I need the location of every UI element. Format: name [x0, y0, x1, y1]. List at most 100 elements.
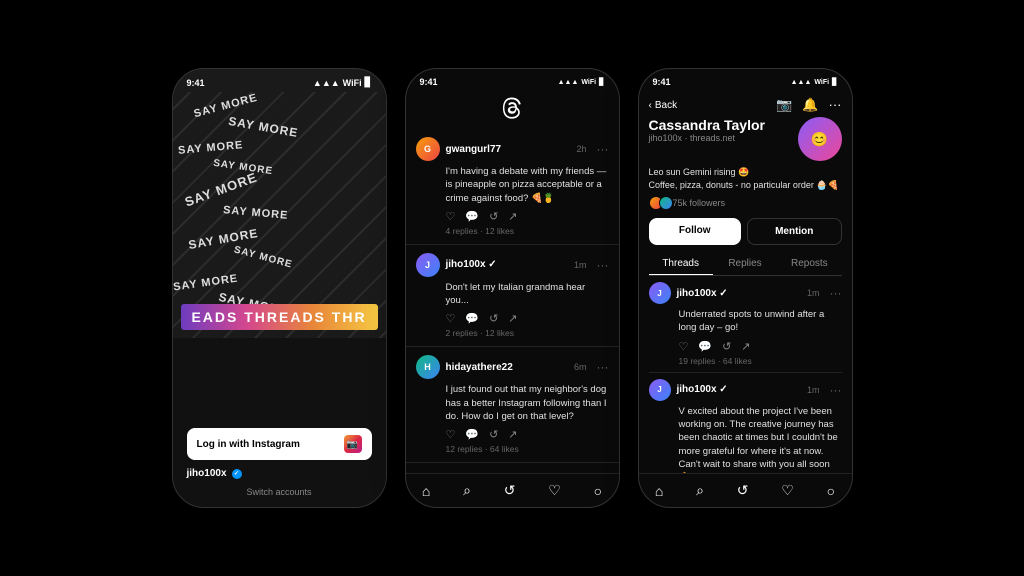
back-button[interactable]: ‹ Back	[649, 100, 678, 111]
profile-top: Cassandra Taylor jiho100x · threads.net …	[649, 117, 842, 161]
like-icon-p1[interactable]: ♡	[679, 340, 689, 353]
profile-nav-header: ‹ Back 📷 🔔 ···	[639, 91, 852, 117]
repost-icon-3[interactable]: ↺	[489, 428, 498, 441]
comment-icon-p1[interactable]: 💬	[698, 340, 712, 353]
threads-banner: EADS THREADS THR	[181, 304, 378, 330]
share-icon-p1[interactable]: ↗	[741, 340, 750, 353]
signal-icon-2: ▲▲▲	[558, 79, 579, 86]
post-menu-1[interactable]: ···	[597, 142, 609, 156]
tab-replies[interactable]: Replies	[713, 253, 777, 275]
time-3: 9:41	[653, 77, 671, 87]
repost-nav-icon[interactable]: ↺	[504, 482, 516, 499]
profile-bottom-nav: ⌂ ⌕ ↺ ♡ ○	[639, 473, 852, 507]
battery-icon-2: ▊	[599, 78, 604, 86]
home-nav-icon[interactable]: ⌂	[422, 483, 430, 499]
login-with-instagram-button[interactable]: Log in with Instagram 📷	[187, 428, 372, 460]
profile-header-icons: 📷 🔔 ···	[776, 97, 841, 113]
feed-post-1: G gwangurl77 2h ··· I'm having a debate …	[406, 129, 619, 245]
phones-container: 9:41 ▲▲▲ WiFi ▊ SAY MORE SAY MORE SAY MO…	[172, 68, 853, 508]
heart-nav-icon-3[interactable]: ♡	[781, 482, 794, 499]
username-row: jiho100x ✓	[187, 468, 372, 479]
post-actions-3: ♡ 💬 ↺ ↗	[416, 428, 609, 441]
post-actions-2: ♡ 💬 ↺ ↗	[416, 312, 609, 325]
like-icon-2[interactable]: ♡	[446, 312, 456, 325]
switch-accounts-button[interactable]: Switch accounts	[187, 487, 372, 497]
like-icon-1[interactable]: ♡	[446, 210, 456, 223]
share-icon-3[interactable]: ↗	[508, 428, 517, 441]
profile-nav-icon[interactable]: ○	[594, 483, 602, 499]
mention-button[interactable]: Mention	[747, 218, 842, 245]
post-stats-2: 2 replies · 12 likes	[416, 328, 609, 338]
login-button-label: Log in with Instagram	[197, 439, 300, 450]
profile-post-stats-1: 19 replies · 64 likes	[649, 356, 842, 366]
knot-background: SAY MORE SAY MORE SAY MORE SAY MORE SAY …	[173, 92, 386, 338]
verified-badge: ✓	[232, 469, 242, 479]
profile-post-username-1: jiho100x ✓	[677, 288, 728, 299]
comment-icon-3[interactable]: 💬	[465, 428, 479, 441]
signal-icon: ▲▲▲	[313, 78, 340, 88]
post-header-3: H hidayathere22 6m ···	[416, 355, 609, 379]
like-icon-3[interactable]: ♡	[446, 428, 456, 441]
post-actions-1: ♡ 💬 ↺ ↗	[416, 210, 609, 223]
signal-icon-3: ▲▲▲	[791, 79, 812, 86]
instagram-icon: 📷	[344, 435, 362, 453]
repost-icon-1[interactable]: ↺	[489, 210, 498, 223]
profile-posts: J jiho100x ✓ 1m ··· Underrated spots to …	[649, 282, 842, 473]
share-icon-1[interactable]: ↗	[508, 210, 517, 223]
repost-icon-2[interactable]: ↺	[489, 312, 498, 325]
wifi-icon-2: WiFi	[581, 79, 596, 86]
post-menu-2[interactable]: ···	[597, 258, 609, 272]
notification-icon[interactable]: 🔔	[802, 97, 818, 113]
more-icon[interactable]: ···	[829, 97, 842, 113]
status-icons-1: ▲▲▲ WiFi ▊	[313, 77, 372, 88]
heart-nav-icon[interactable]: ♡	[548, 482, 561, 499]
profile-post-menu-2[interactable]: ···	[830, 383, 842, 397]
post-body-2: Don't let my Italian grandma hear you...	[416, 281, 609, 308]
phone-2: 9:41 ▲▲▲ WiFi ▊ G	[405, 68, 620, 508]
status-bar-1: 9:41 ▲▲▲ WiFi ▊	[173, 69, 386, 92]
wifi-icon: WiFi	[343, 78, 362, 88]
post-body-1: I'm having a debate with my friends — is…	[416, 165, 609, 205]
profile-bio: Leo sun Gemini rising 🤩 Coffee, pizza, d…	[649, 166, 842, 191]
post-header-2: J jiho100x ✓ 1m ···	[416, 253, 609, 277]
post-header-1: G gwangurl77 2h ···	[416, 137, 609, 161]
feed-post-3: H hidayathere22 6m ··· I just found out …	[406, 347, 619, 463]
comment-icon-2[interactable]: 💬	[465, 312, 479, 325]
search-nav-icon[interactable]: ⌕	[463, 482, 471, 499]
time-2: 9:41	[420, 77, 438, 87]
username-display: jiho100x	[187, 468, 227, 479]
search-nav-icon-3[interactable]: ⌕	[696, 482, 704, 499]
profile-post-body-1: Underrated spots to unwind after a long …	[649, 308, 842, 335]
username-jiho: jiho100x ✓	[446, 259, 497, 270]
profile-nav-icon-3[interactable]: ○	[827, 483, 835, 499]
profile-post-2: J jiho100x ✓ 1m ··· V excited about the …	[649, 379, 842, 473]
share-icon-2[interactable]: ↗	[508, 312, 517, 325]
comment-icon-1[interactable]: 💬	[465, 210, 479, 223]
profile-post-header-1: J jiho100x ✓ 1m ···	[649, 282, 842, 304]
profile-post-header-2: J jiho100x ✓ 1m ···	[649, 379, 842, 401]
profile-followers: 75k followers	[649, 196, 842, 210]
profile-post-actions-1: ♡ 💬 ↺ ↗	[649, 340, 842, 353]
username-gwangurl77: gwangurl77	[446, 144, 502, 155]
status-bar-2: 9:41 ▲▲▲ WiFi ▊	[406, 69, 619, 91]
follow-button[interactable]: Follow	[649, 218, 742, 245]
tab-threads[interactable]: Threads	[649, 253, 713, 275]
repost-nav-icon-3[interactable]: ↺	[737, 482, 749, 499]
post-time-2: 1m	[574, 260, 587, 270]
bio-line1: Leo sun Gemini rising 🤩	[649, 166, 842, 179]
wifi-icon-3: WiFi	[814, 79, 829, 86]
profile-action-buttons: Follow Mention	[649, 218, 842, 245]
avatar-jiho: J	[416, 253, 440, 277]
profile-tabs: Threads Replies Reposts	[649, 253, 842, 276]
profile-post-menu-1[interactable]: ···	[830, 286, 842, 300]
feed-content: G gwangurl77 2h ··· I'm having a debate …	[406, 129, 619, 473]
post-stats-3: 12 replies · 64 likes	[416, 444, 609, 454]
post-menu-3[interactable]: ···	[597, 360, 609, 374]
instagram-link-icon[interactable]: 📷	[776, 97, 792, 113]
home-nav-icon-3[interactable]: ⌂	[655, 483, 663, 499]
tab-reposts[interactable]: Reposts	[777, 253, 841, 275]
profile-content: Cassandra Taylor jiho100x · threads.net …	[639, 117, 852, 473]
avatar-gwangurl77: G	[416, 137, 440, 161]
repost-icon-p1[interactable]: ↺	[722, 340, 731, 353]
feed-bottom-nav: ⌂ ⌕ ↺ ♡ ○	[406, 473, 619, 507]
